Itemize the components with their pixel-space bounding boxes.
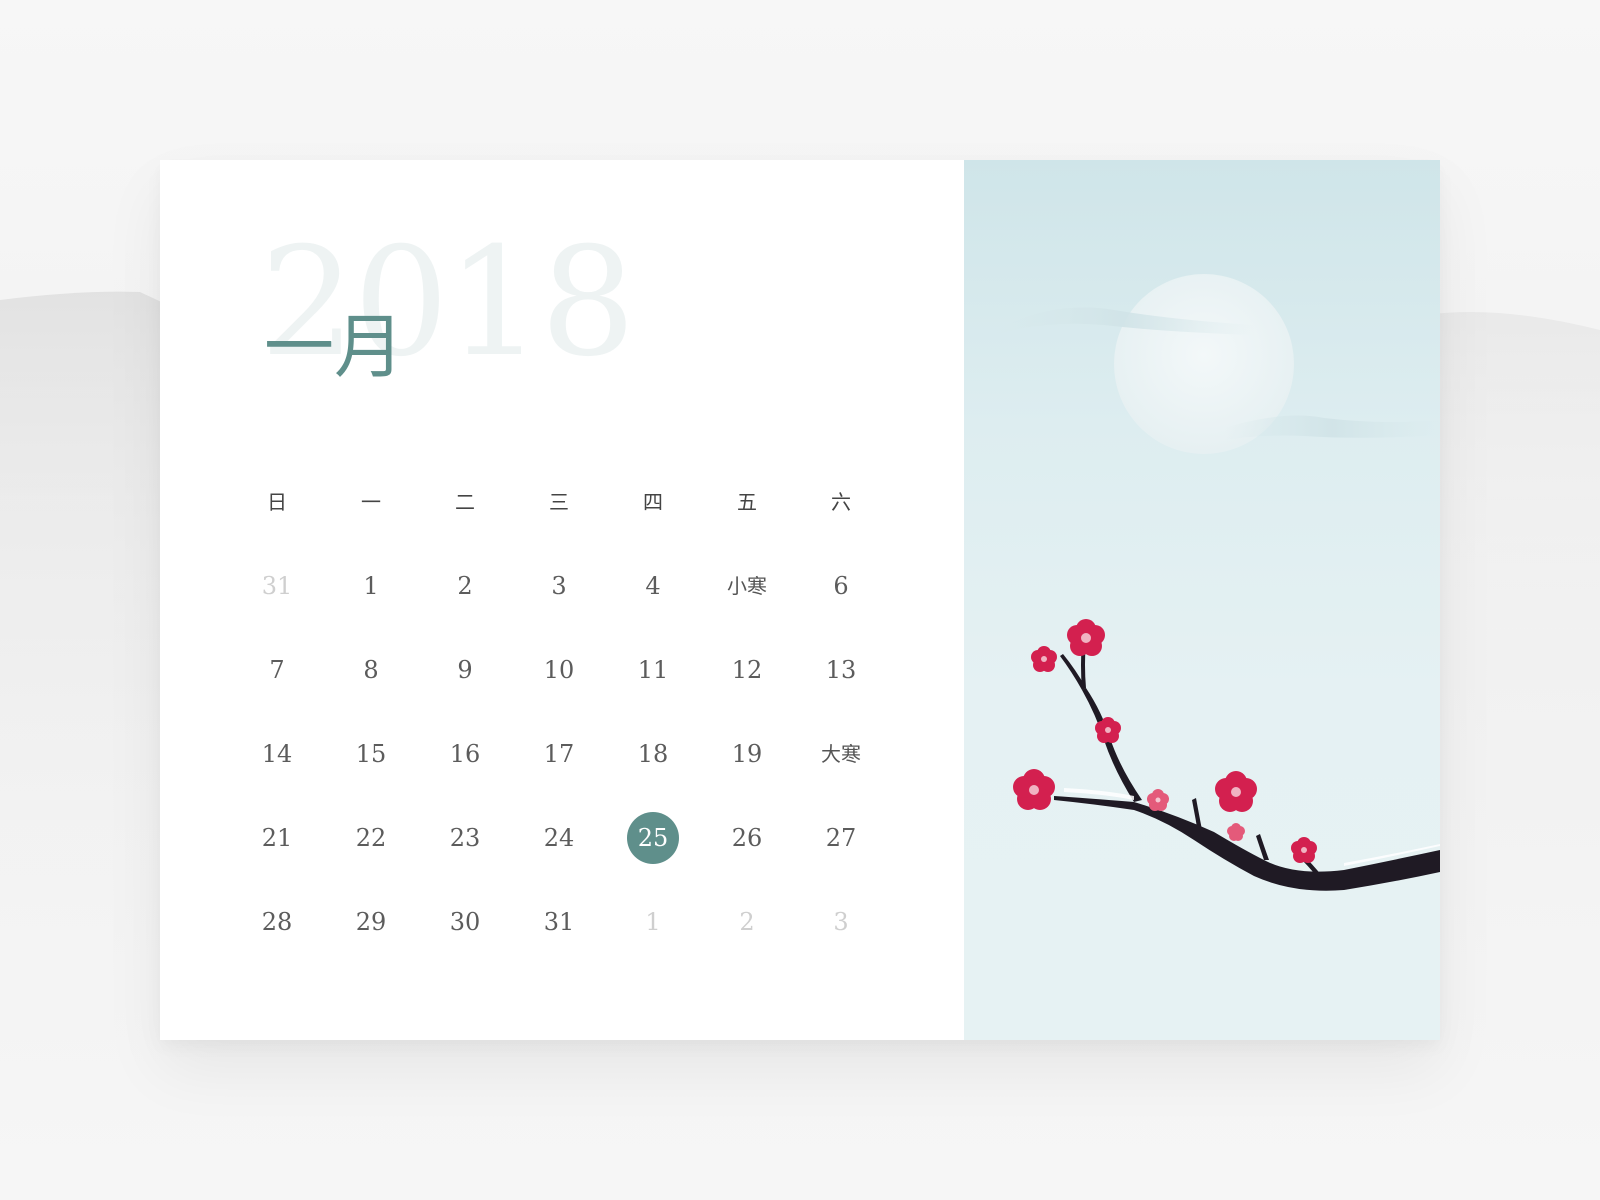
day-label: 31 xyxy=(543,908,575,936)
week-row: 21 22 23 24 25 26 27 xyxy=(230,796,890,880)
day-cell[interactable]: 21 xyxy=(230,812,324,864)
day-label: 21 xyxy=(261,824,293,852)
day-label: 23 xyxy=(449,824,481,852)
day-cell[interactable]: 29 xyxy=(324,896,418,948)
day-cell[interactable]: 31 xyxy=(512,896,606,948)
calendar-card: 2018 一月 日 一 二 三 四 五 六 31 1 2 3 4 小寒 6 7 … xyxy=(160,160,1440,1040)
blossom-icon xyxy=(1147,789,1169,811)
blossom-icon xyxy=(1227,823,1245,841)
day-cell[interactable]: 23 xyxy=(418,812,512,864)
blossom-icon xyxy=(1291,837,1317,863)
day-cell[interactable]: 16 xyxy=(418,728,512,780)
day-cell[interactable]: 7 xyxy=(230,644,324,696)
week-row: 14 15 16 17 18 19 大寒 xyxy=(230,712,890,796)
plum-blossoms xyxy=(1013,619,1317,863)
day-label: 14 xyxy=(261,740,293,768)
day-cell[interactable]: 31 xyxy=(230,560,324,612)
day-label: 3 xyxy=(551,572,567,600)
day-label: 8 xyxy=(363,656,379,684)
day-label: 30 xyxy=(449,908,481,936)
day-label: 31 xyxy=(261,572,293,600)
weekday-label: 六 xyxy=(831,490,851,514)
day-label: 27 xyxy=(825,824,857,852)
day-label: 16 xyxy=(449,740,481,768)
day-cell[interactable]: 13 xyxy=(794,644,888,696)
week-row: 31 1 2 3 4 小寒 6 xyxy=(230,544,890,628)
weekday-label: 三 xyxy=(549,490,569,514)
day-label: 2 xyxy=(739,908,755,936)
day-label: 28 xyxy=(261,908,293,936)
day-label: 9 xyxy=(457,656,473,684)
week-row: 28 29 30 31 1 2 3 xyxy=(230,880,890,964)
weekday-label: 五 xyxy=(737,490,757,514)
month-title: 一月 xyxy=(264,306,404,388)
solar-term-label: 大寒 xyxy=(821,742,861,766)
day-cell[interactable]: 22 xyxy=(324,812,418,864)
day-label: 11 xyxy=(637,656,669,684)
day-cell[interactable]: 19 xyxy=(700,728,794,780)
day-cell-solar-term[interactable]: 小寒 xyxy=(700,560,794,612)
day-cell[interactable]: 12 xyxy=(700,644,794,696)
day-cell[interactable]: 9 xyxy=(418,644,512,696)
day-label: 2 xyxy=(457,572,473,600)
branch-shape xyxy=(1054,640,1440,891)
day-label: 7 xyxy=(269,656,285,684)
day-label: 19 xyxy=(731,740,763,768)
day-label: 18 xyxy=(637,740,669,768)
illustration-panel xyxy=(964,160,1440,1040)
weekday-label: 二 xyxy=(455,490,475,514)
solar-term-label: 小寒 xyxy=(727,574,767,598)
day-cell[interactable]: 15 xyxy=(324,728,418,780)
day-cell[interactable]: 27 xyxy=(794,812,888,864)
day-cell[interactable]: 24 xyxy=(512,812,606,864)
day-cell[interactable]: 2 xyxy=(418,560,512,612)
week-row: 7 8 9 10 11 12 13 xyxy=(230,628,890,712)
day-label: 1 xyxy=(363,572,379,600)
today-marker: 25 xyxy=(627,812,679,864)
day-cell[interactable]: 3 xyxy=(512,560,606,612)
day-cell-solar-term[interactable]: 大寒 xyxy=(794,728,888,780)
day-label: 4 xyxy=(645,572,661,600)
day-cell[interactable]: 1 xyxy=(606,896,700,948)
day-cell[interactable]: 3 xyxy=(794,896,888,948)
day-label: 17 xyxy=(543,740,575,768)
weekday-label: 一 xyxy=(361,490,381,514)
day-cell[interactable]: 6 xyxy=(794,560,888,612)
day-cell[interactable]: 2 xyxy=(700,896,794,948)
day-cell[interactable]: 14 xyxy=(230,728,324,780)
day-cell[interactable]: 8 xyxy=(324,644,418,696)
day-cell[interactable]: 18 xyxy=(606,728,700,780)
plum-blossom-illustration xyxy=(994,274,1440,891)
day-label: 3 xyxy=(833,908,849,936)
day-label: 12 xyxy=(731,656,763,684)
day-label: 10 xyxy=(543,656,575,684)
weekday-label: 日 xyxy=(267,490,287,514)
day-cell[interactable]: 30 xyxy=(418,896,512,948)
day-label: 29 xyxy=(355,908,387,936)
day-label: 1 xyxy=(645,908,661,936)
day-label: 13 xyxy=(825,656,857,684)
day-cell[interactable]: 4 xyxy=(606,560,700,612)
calendar-grid: 日 一 二 三 四 五 六 31 1 2 3 4 小寒 6 7 8 9 10 1… xyxy=(230,460,890,964)
day-cell[interactable]: 17 xyxy=(512,728,606,780)
blossom-icon xyxy=(1031,646,1057,672)
day-label: 15 xyxy=(355,740,387,768)
weekday-header-row: 日 一 二 三 四 五 六 xyxy=(230,460,890,544)
weekday-label: 四 xyxy=(643,490,663,514)
day-cell[interactable]: 28 xyxy=(230,896,324,948)
day-label: 26 xyxy=(731,824,763,852)
day-label: 24 xyxy=(543,824,575,852)
day-label: 22 xyxy=(355,824,387,852)
blossom-icon xyxy=(1215,771,1257,812)
day-cell[interactable]: 26 xyxy=(700,812,794,864)
day-cell[interactable]: 1 xyxy=(324,560,418,612)
day-label: 6 xyxy=(833,572,849,600)
day-cell[interactable]: 11 xyxy=(606,644,700,696)
day-cell[interactable]: 10 xyxy=(512,644,606,696)
blossom-icon xyxy=(1013,769,1055,810)
calendar-panel: 2018 一月 日 一 二 三 四 五 六 31 1 2 3 4 小寒 6 7 … xyxy=(160,160,964,1040)
day-cell-today[interactable]: 25 xyxy=(606,812,700,864)
blossom-icon xyxy=(1067,619,1105,656)
